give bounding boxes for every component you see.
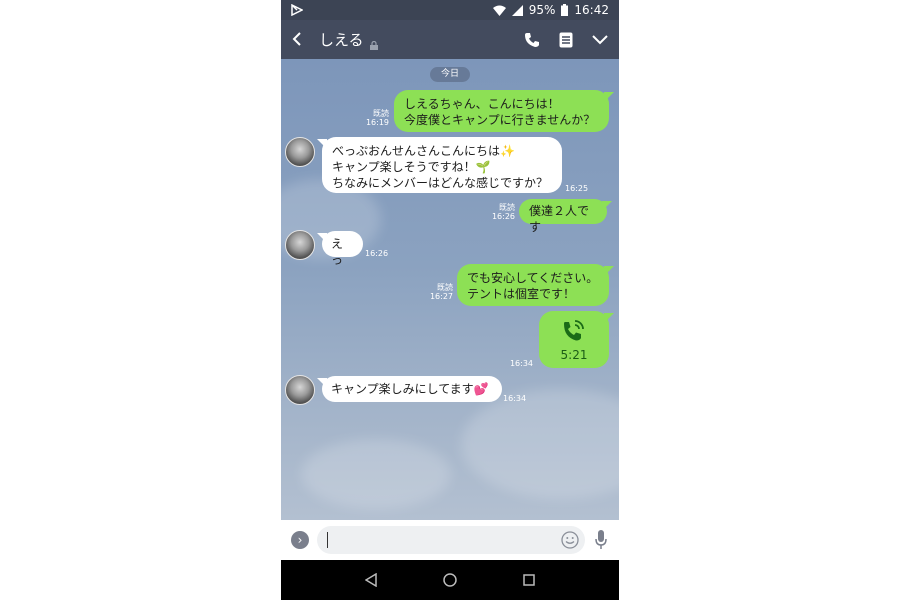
message-bubble-sent[interactable]: でも安心してください。 テントは個室です！	[457, 264, 609, 306]
square-recents-icon[interactable]	[521, 572, 537, 588]
message-bubble-sent[interactable]: しえるちゃん、こんにちは！ 今度僕とキャンプに行きませんか？	[394, 90, 609, 132]
message-time: 16:34	[509, 359, 533, 368]
system-nav-bar	[281, 560, 619, 600]
message-line: えっ	[331, 237, 344, 267]
signal-icon	[511, 4, 523, 16]
status-right: 95% 16:42	[492, 3, 609, 17]
message-bubble-received[interactable]: べっぷおんせんさんこんにちは✨ キャンプ楽しそうですね！🌱 ちなみにメンバーはど…	[322, 137, 562, 193]
background-cloud	[301, 439, 451, 509]
message-line: キャンプ楽しみにしてます💕	[331, 382, 489, 396]
contact-name[interactable]: しえる	[319, 29, 364, 50]
wifi-icon	[492, 5, 506, 16]
avatar[interactable]	[285, 375, 315, 405]
message-line: ちなみにメンバーはどんな感じですか？	[332, 176, 549, 190]
status-bar: 95% 16:42	[281, 0, 619, 20]
input-bar: ›	[281, 520, 619, 560]
emoji-icon[interactable]	[561, 531, 579, 549]
message-time: 16:26	[365, 249, 389, 258]
clock: 16:42	[574, 3, 609, 17]
read-receipt: 既読	[437, 283, 453, 292]
call-phone-icon	[564, 320, 584, 341]
chevron-right-icon[interactable]: ›	[291, 531, 309, 549]
read-receipt: 既読	[373, 109, 389, 118]
notes-icon[interactable]	[557, 31, 575, 49]
message-meta: 既読 16:19	[363, 109, 389, 127]
message-meta: 既読 16:26	[489, 203, 515, 221]
read-receipt: 既読	[499, 203, 515, 212]
battery-icon	[561, 4, 569, 16]
mic-icon[interactable]	[593, 530, 609, 550]
message-line: テントは個室です！	[467, 287, 576, 301]
message-time: 16:34	[503, 394, 527, 403]
chat-area[interactable]: 今日 既読 16:19 しえるちゃん、こんにちは！ 今度僕とキャンプに行きません…	[281, 59, 619, 520]
app-notification-icon	[291, 4, 303, 16]
message-time: 16:25	[565, 184, 589, 193]
message-meta: 既読 16:27	[427, 283, 453, 301]
phone-icon[interactable]	[523, 31, 541, 49]
triangle-back-icon[interactable]	[363, 572, 379, 588]
background-cloud	[461, 389, 619, 499]
message-bubble-sent[interactable]: 僕達２人です	[519, 199, 607, 234]
message-line: キャンプ楽しそうですね！🌱	[332, 160, 491, 174]
call-duration: 5:21	[560, 348, 588, 362]
chevron-down-icon[interactable]	[591, 31, 609, 49]
message-time: 16:26	[491, 212, 515, 221]
call-bubble[interactable]: 5:21	[539, 311, 609, 368]
message-time: 16:19	[365, 118, 389, 127]
battery-percent: 95%	[528, 3, 556, 17]
message-line: 僕達２人です	[529, 204, 590, 234]
message-input[interactable]	[317, 526, 585, 554]
phone-screen: 95% 16:42 しえる 今日 既読 16:19 しえるちゃん、こんにちは！ …	[281, 0, 619, 600]
circle-home-icon[interactable]	[442, 572, 458, 588]
message-bubble-received[interactable]: えっ	[322, 231, 363, 267]
avatar[interactable]	[285, 137, 315, 167]
message-time: 16:27	[429, 292, 453, 301]
header-actions	[523, 31, 609, 49]
lock-icon	[369, 35, 378, 50]
chevron-left-icon[interactable]	[291, 28, 313, 52]
avatar[interactable]	[285, 230, 315, 260]
text-cursor	[327, 532, 328, 548]
message-line: 今度僕とキャンプに行きませんか？	[404, 113, 596, 127]
chat-header: しえる	[281, 20, 619, 59]
message-bubble-received[interactable]: キャンプ楽しみにしてます💕	[322, 376, 502, 402]
date-separator: 今日	[430, 67, 470, 82]
message-line: でも安心してください。	[467, 271, 599, 285]
message-line: べっぷおんせんさんこんにちは✨	[332, 144, 515, 158]
message-line: しえるちゃん、こんにちは！	[404, 97, 560, 111]
